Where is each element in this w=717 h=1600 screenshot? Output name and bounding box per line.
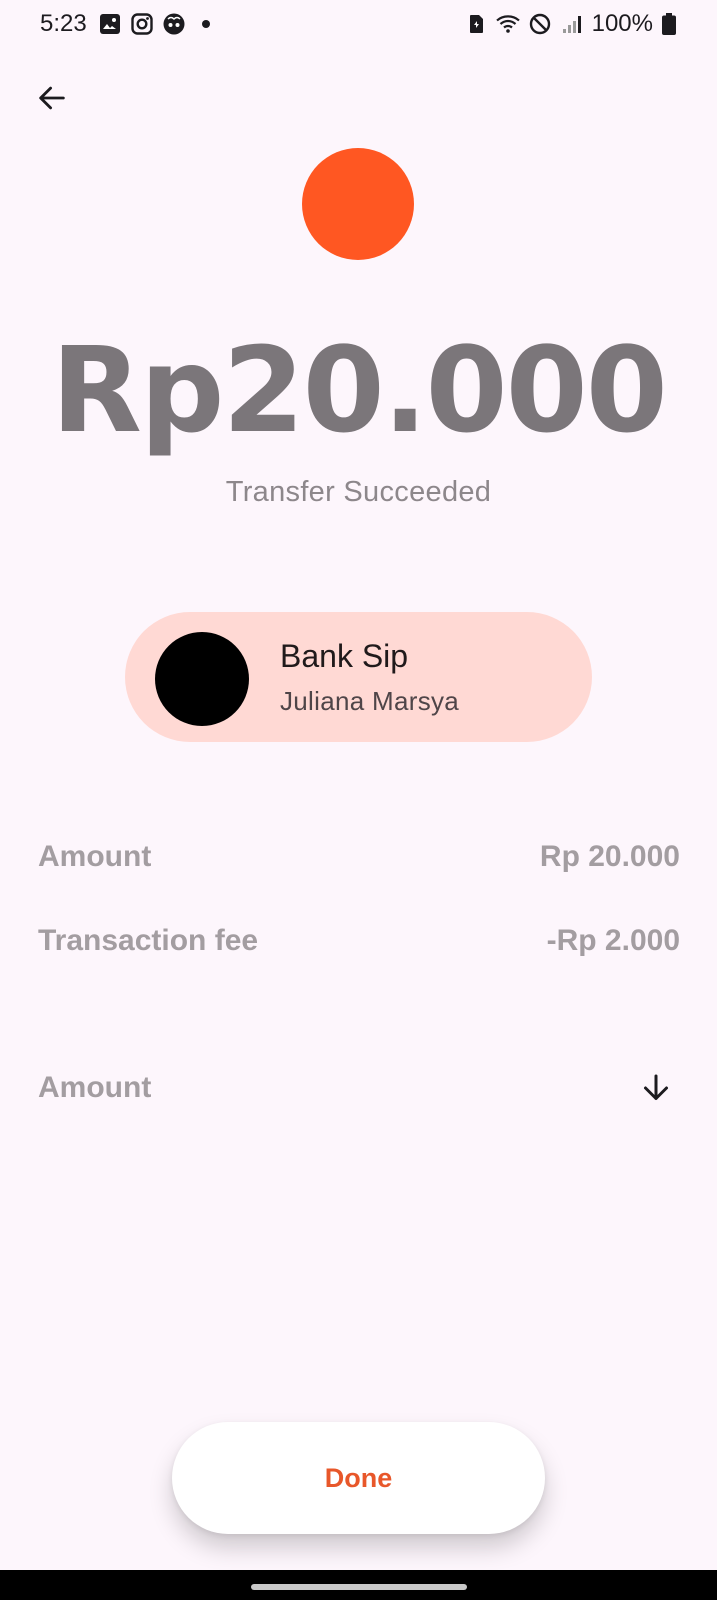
- recipient-avatar: [302, 148, 414, 260]
- arrow-down-icon: [644, 1074, 668, 1100]
- account-holder-name: Juliana Marsya: [280, 686, 460, 716]
- transfer-amount: Rp20.000: [51, 321, 668, 459]
- back-button[interactable]: [26, 72, 78, 124]
- dot-icon: [202, 20, 210, 28]
- do-not-disturb-icon: [529, 13, 550, 35]
- fee-value: -Rp 2.000: [546, 924, 680, 957]
- battery-percent: 100%: [591, 10, 653, 37]
- status-time: 5:23: [40, 10, 87, 37]
- battery-icon: [662, 13, 676, 35]
- signal-icon: [562, 16, 581, 33]
- fee-label: Transaction fee: [38, 924, 259, 957]
- sim-icon: [469, 15, 483, 33]
- bank-account-card: Bank Sip Juliana Marsya: [125, 612, 592, 742]
- detail-row-total[interactable]: Amount: [38, 1064, 680, 1112]
- system-status: 100%: [464, 10, 677, 38]
- bank-logo: [155, 632, 249, 726]
- total-label: Amount: [38, 1071, 152, 1104]
- arrow-left-icon: [39, 86, 65, 110]
- bank-name: Bank Sip: [280, 638, 409, 674]
- navigation-bar: [0, 1570, 717, 1600]
- home-gesture-handle[interactable]: [251, 1584, 467, 1590]
- expand-button[interactable]: [632, 1064, 680, 1112]
- status-bar: 5:23 100%: [0, 0, 717, 50]
- done-button[interactable]: Done: [172, 1422, 545, 1534]
- app-face-icon: [163, 13, 185, 35]
- detail-row-amount: Amount Rp 20.000: [38, 840, 680, 874]
- gallery-icon: [100, 14, 120, 34]
- notification-icons: [98, 12, 218, 36]
- instagram-icon: [131, 13, 153, 35]
- wifi-icon: [495, 15, 520, 33]
- amount-value: Rp 20.000: [539, 840, 680, 873]
- transfer-status: Transfer Succeeded: [225, 476, 492, 508]
- transfer-result-screen: 5:23 100% Rp20.000 Transfer Succeeded Ba…: [0, 0, 717, 1600]
- amount-label: Amount: [38, 840, 152, 873]
- detail-row-fee: Transaction fee -Rp 2.000: [38, 924, 680, 958]
